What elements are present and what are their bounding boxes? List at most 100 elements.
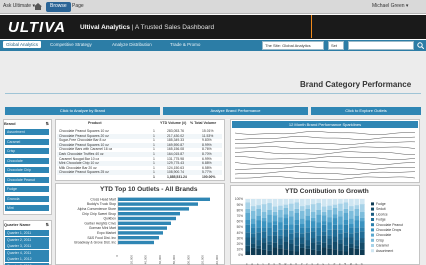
growth-bar-segment (349, 233, 354, 238)
quarter-list-header: Quarter Name ⇅ (4, 222, 49, 227)
growth-bar-segment (294, 208, 300, 213)
growth-bar-segment (272, 242, 278, 248)
growth-bar-segment (267, 235, 272, 242)
tab-trade-promo[interactable]: Trade & Promo (170, 42, 200, 47)
growth-bar-segment (316, 203, 321, 210)
growth-bar-segment (294, 237, 300, 246)
scope-select[interactable]: Set (328, 41, 344, 50)
tab-browse[interactable]: Browse (46, 2, 71, 12)
brand-logo: ULTIVA (8, 19, 66, 36)
y-tick-label: 70% (237, 214, 244, 218)
quarter-list-item[interactable]: Quarter 3, 2011 (5, 243, 49, 249)
search-input[interactable] (348, 41, 414, 50)
y-tick-label: 100% (235, 197, 243, 201)
quarter-list-item[interactable]: Quarter 4, 2011 (5, 249, 49, 256)
growth-bar-segment (349, 199, 354, 207)
brand-list-header: Brand ⇅ (4, 121, 49, 126)
app-window: { "topbar": { "menu_label": "Ask Ultimat… (0, 0, 426, 265)
y-tick-label: 0% (238, 253, 243, 257)
x-tick-label: 60,000 (158, 255, 162, 265)
growth-bar-segment (343, 251, 349, 255)
growth-bar-segment (354, 220, 360, 228)
tab-global-analytics[interactable]: Global Analytics (3, 41, 42, 48)
search-icon[interactable] (417, 42, 424, 49)
growth-bar-segment (245, 251, 251, 255)
growth-bar-segment (256, 227, 261, 233)
legend-swatch (371, 212, 374, 216)
growth-bar-segment (272, 247, 278, 255)
growth-bar-segment (332, 229, 338, 237)
outlet-label: Garber Heights Cnvs (84, 221, 116, 225)
growth-bar-segment (278, 217, 283, 223)
col-product[interactable]: Product (88, 121, 102, 128)
legend-label: Fudge (376, 202, 386, 206)
growth-bar-segment (283, 241, 289, 250)
growth-bar-segment (283, 224, 289, 230)
growth-bar-segment (272, 231, 278, 236)
top-toolbar: Ask Ultimate ▾ Browse Page Michael Green… (0, 0, 426, 14)
outlet-bar (118, 212, 180, 216)
growth-bar-segment (359, 217, 365, 222)
growth-bar-segment (316, 235, 321, 242)
growth-bar-segment (267, 227, 272, 236)
tab-page[interactable]: Page (72, 3, 84, 9)
legend-swatch (371, 244, 374, 247)
user-menu[interactable]: Michael Green ▾ (372, 3, 408, 9)
quarter-list-item[interactable]: Quarter 2, 2011 (5, 236, 49, 243)
x-tick-label: 100,000 (186, 255, 190, 265)
outlets-chart-title: YTD Top 10 Outlets - All Brands (100, 186, 198, 193)
tab-competitive-strategy[interactable]: Competitive Strategy (50, 42, 92, 47)
brand-list-item[interactable]: Chocolate Peanut (5, 176, 49, 183)
brand-list-item[interactable]: Fudge (5, 186, 49, 192)
brand-list-item[interactable]: Granola (5, 195, 49, 202)
outlets-chart: Cross Head MartBuddy's Truck StopAlpha C… (74, 197, 219, 265)
growth-bar-segment (283, 207, 289, 215)
growth-bar-segment (256, 245, 261, 249)
table-total-cell: 100.00% (202, 175, 216, 179)
growth-bar-segment (321, 224, 327, 232)
growth-bar-segment (305, 248, 311, 255)
brand-list-item[interactable]: Mint (5, 205, 49, 211)
brand-list-item[interactable]: Chocolate Chip (5, 167, 49, 173)
legend-swatch (371, 202, 374, 206)
tab-analyze-distribution[interactable]: Analyze Distribution (112, 42, 152, 47)
col-total-volume[interactable]: % Total Volume (190, 121, 216, 128)
growth-bar-segment (283, 204, 289, 208)
explore-outlets-button[interactable]: Click to Explore Outlets (311, 107, 421, 115)
growth-bar-segment (289, 203, 294, 211)
home-icon[interactable] (34, 3, 42, 10)
growth-bar-segment (338, 203, 343, 211)
quarter-list-item[interactable]: Quarter 1, 2012 (5, 256, 49, 262)
growth-bar-segment (332, 207, 338, 215)
brand-list-item[interactable]: Crisp (5, 148, 49, 154)
col-ytd-volume[interactable]: YTD Volume (#) (160, 121, 186, 128)
growth-bar-segment (245, 237, 251, 246)
sort-icon[interactable]: ⇅ (46, 222, 49, 227)
growth-bar-segment (359, 238, 365, 243)
legend-label: Caramel (376, 244, 389, 248)
quarter-list-item[interactable]: Quarter 1, 2011 (5, 230, 49, 236)
ask-menu[interactable]: Ask Ultimate ▾ (3, 3, 35, 9)
brand-list-item[interactable]: Assortment (5, 129, 49, 135)
growth-bar-segment (256, 208, 261, 216)
sparkline (234, 136, 416, 140)
growth-bar-segment (245, 208, 251, 213)
legend-swatch (371, 249, 374, 253)
growth-bar-segment (261, 242, 267, 250)
growth-bar-segment (289, 199, 294, 204)
brand-list-item[interactable]: Caramel (5, 138, 49, 145)
sort-icon[interactable]: ⇅ (46, 121, 49, 126)
table-total-cell: 1,885,531.24 (167, 175, 187, 179)
growth-bar-segment (343, 237, 349, 246)
growth-bar-segment (283, 199, 289, 205)
x-tick-label: 140,000 (215, 255, 219, 265)
site-select[interactable]: The Site: Global Analytics (262, 41, 324, 50)
outlet-label: Chip Chip Sweet Shop (82, 212, 116, 216)
brand-list-item[interactable]: Chocolate (5, 157, 49, 164)
growth-bar-segment (349, 237, 354, 244)
growth-bar-segment (299, 227, 305, 234)
growth-bar-segment (278, 235, 283, 239)
analyze-by-brand-button[interactable]: Click to Analyze by Brand (5, 107, 160, 115)
growth-bar-segment (305, 208, 311, 216)
growth-bar-segment (310, 227, 316, 232)
